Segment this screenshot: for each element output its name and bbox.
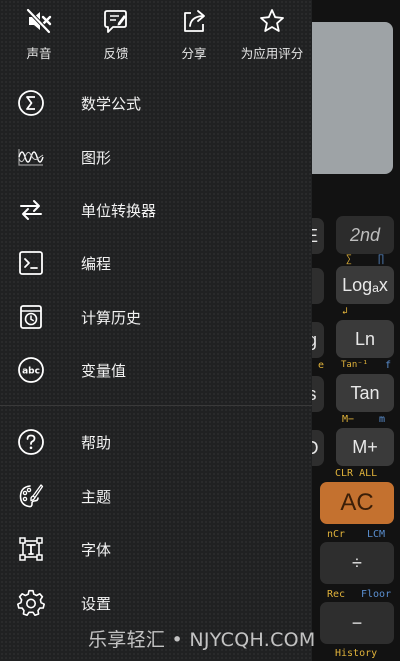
rate-app-button[interactable]: 为应用评分 xyxy=(232,6,312,68)
label-lcm: LCM xyxy=(367,529,386,540)
label-m-minus: M− xyxy=(342,414,355,425)
label-history: History xyxy=(335,648,378,659)
sound-label: 声音 xyxy=(26,46,52,61)
label-rec: Rec xyxy=(327,589,346,600)
label-small-arrow: ↲ xyxy=(342,306,349,317)
convert-arrows-icon xyxy=(16,195,46,225)
menu-item-calculation-history[interactable]: 计算历史 xyxy=(0,292,312,342)
feedback-label: 反馈 xyxy=(103,46,129,61)
label-clr-all: CLR ALL xyxy=(335,468,378,479)
menu-label-graph: 图形 xyxy=(81,148,112,167)
menu-label-font: 字体 xyxy=(81,540,112,559)
key-2nd[interactable]: 2nd xyxy=(336,216,394,254)
sound-toggle-button[interactable]: 声音 xyxy=(0,6,79,68)
label-e: e xyxy=(318,360,325,371)
graph-wave-icon xyxy=(16,142,46,172)
key-ac[interactable]: AC xyxy=(320,482,394,524)
watermark-text: 乐享轻汇 • NJYCQH.COM xyxy=(88,629,316,651)
key-minus[interactable]: − xyxy=(320,602,394,644)
menu-label-help: 帮助 xyxy=(81,433,112,452)
feedback-button[interactable]: 反馈 xyxy=(76,6,156,68)
menu-label-programming: 编程 xyxy=(81,254,112,273)
label-pi: ∏ xyxy=(378,254,385,265)
menu-label-settings: 设置 xyxy=(81,594,112,613)
key-divide[interactable]: ÷ xyxy=(320,542,394,584)
rate-app-label: 为应用评分 xyxy=(240,46,304,61)
navigation-drawer: 声音 反馈 分享 为应用评分 数学公式 图形 单位转换器 编程 计算历史 abc… xyxy=(0,0,312,661)
label-m: m xyxy=(379,414,386,425)
menu-item-unit-converter[interactable]: 单位转换器 xyxy=(0,185,312,235)
help-icon xyxy=(16,427,46,457)
menu-item-variables[interactable]: abc 变量值 xyxy=(0,345,312,395)
font-icon xyxy=(16,534,46,564)
label-sum: ∑ xyxy=(346,254,353,265)
share-icon xyxy=(179,6,209,36)
star-icon xyxy=(257,6,287,36)
share-button[interactable]: 分享 xyxy=(154,6,234,68)
key-log-a-x[interactable]: Logₐx xyxy=(336,266,394,304)
menu-item-settings[interactable]: 设置 xyxy=(0,578,312,628)
label-floor: Floor xyxy=(361,589,392,600)
svg-text:abc: abc xyxy=(22,367,40,377)
menu-label-variables: 变量值 xyxy=(81,361,127,380)
menu-item-theme[interactable]: 主题 xyxy=(0,471,312,521)
menu-item-help[interactable]: 帮助 xyxy=(0,417,312,467)
share-label: 分享 xyxy=(181,46,207,61)
sigma-icon xyxy=(16,88,46,118)
menu-label-theme: 主题 xyxy=(81,487,112,506)
key-m-plus[interactable]: M+ xyxy=(336,428,394,466)
calculator-display xyxy=(300,22,393,174)
speaker-muted-icon xyxy=(24,6,54,36)
menu-item-math-formulas[interactable]: 数学公式 xyxy=(0,78,312,128)
menu-item-graph[interactable]: 图形 xyxy=(0,132,312,182)
history-clock-icon xyxy=(16,302,46,332)
label-ncr: nCr xyxy=(327,529,346,540)
feedback-icon xyxy=(101,6,131,36)
menu-label-calculation-history: 计算历史 xyxy=(81,308,142,327)
menu-divider xyxy=(0,405,312,406)
drawer-top-actions: 声音 反馈 分享 为应用评分 xyxy=(0,0,312,72)
key-ln[interactable]: Ln xyxy=(336,320,394,358)
terminal-icon xyxy=(16,248,46,278)
palette-icon xyxy=(16,481,46,511)
menu-item-programming[interactable]: 编程 xyxy=(0,238,312,288)
settings-icon xyxy=(16,588,46,618)
menu-label-unit-converter: 单位转换器 xyxy=(81,201,157,220)
key-tan[interactable]: Tan xyxy=(336,374,394,412)
abc-icon: abc xyxy=(16,355,46,385)
menu-label-math-formulas: 数学公式 xyxy=(81,94,142,113)
label-f: f xyxy=(385,360,392,371)
label-tan-inverse: Tan⁻¹ xyxy=(341,360,369,370)
menu-item-font[interactable]: 字体 xyxy=(0,524,312,574)
